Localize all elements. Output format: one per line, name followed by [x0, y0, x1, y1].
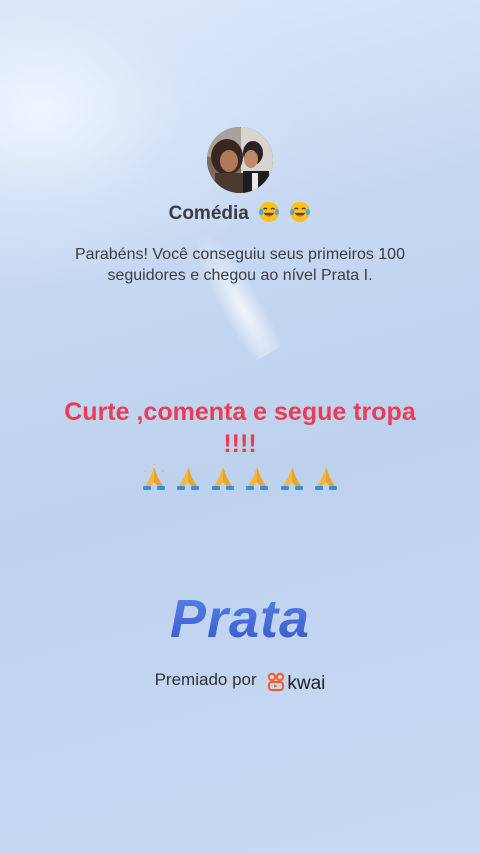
praying-hands-emoji-icon — [280, 467, 303, 490]
laughing-tears-emoji-icon — [259, 201, 280, 223]
level-title: Prata — [0, 588, 480, 650]
praying-hands-emoji-icon — [211, 467, 234, 490]
kwai-logo-icon — [268, 672, 285, 691]
achievement-description: Parabéns! Você conseguiu seus primeiros … — [75, 246, 405, 284]
avatar[interactable] — [207, 127, 273, 193]
praying-hands-emoji-icon — [177, 467, 200, 490]
award-row: Premiado por kwai — [0, 668, 480, 696]
profile-name: Comédia — [168, 203, 249, 224]
laughing-tears-emoji-icon — [290, 201, 311, 223]
profile-name-row: Comédia — [0, 200, 480, 228]
post-caption: Curte ,comenta e segue tropa !!!! — [64, 398, 416, 458]
award-label: Premiado por — [154, 670, 257, 689]
kwai-brand-text: kwai — [287, 673, 326, 694]
kwai-logo[interactable]: kwai — [267, 672, 325, 696]
praying-hands-emoji-icon — [142, 464, 165, 490]
praying-hands-emoji-icon — [315, 467, 338, 490]
achievement-screen: Comédia Parabéns! Você conseguiu seus pr… — [0, 0, 480, 854]
praying-hands-row — [0, 464, 480, 494]
praying-hands-emoji-icon — [246, 467, 269, 490]
